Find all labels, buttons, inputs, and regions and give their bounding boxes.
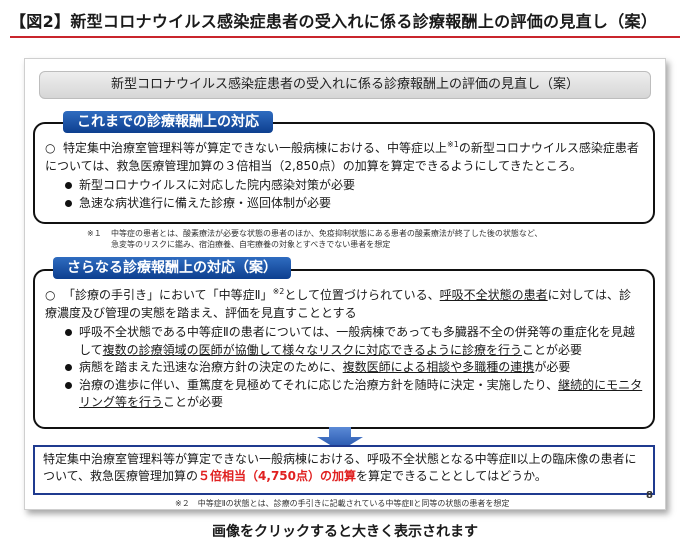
section1-item-2: 急速な病状進行に備えた診療・巡回体制が必要 bbox=[45, 195, 643, 213]
section2-paragraph: ○ 「診療の手引き」において「中等症Ⅱ」※2として位置づけられている、呼吸不全状態… bbox=[45, 287, 632, 320]
section1-item-1: 新型コロナウイルスに対応した院内感染対策が必要 bbox=[45, 177, 643, 195]
page-number: 8 bbox=[646, 490, 653, 501]
footnote-2: ※２ 中等症Ⅱの状態とは、診療の手引きに記載されている中等症Ⅱと同等の状態の患者… bbox=[175, 499, 510, 508]
section2-item-2: 病態を踏まえた迅速な治療方針の決定のために、複数医師による相談や多職種の連携が必… bbox=[45, 359, 643, 377]
section1-box: ○ 特定集中治療室管理料等が算定できない一般病棟における、中等症以上※1の新型コロ… bbox=[33, 122, 655, 224]
footnote-1: ※１ 中等症の患者とは、酸素療法が必要な状態の患者のほか、免疫抑制状態にある患者の… bbox=[87, 229, 543, 249]
section2-item-3: 治療の進歩に伴い、重篤度を見極めてそれに応じた治療方針を随時に決定・実施したり、… bbox=[45, 377, 643, 412]
section2-item-1: 呼吸不全状態である中等症Ⅱの患者については、一般病棟であっても多臓器不全の併発等… bbox=[45, 324, 643, 359]
section2-label: さらなる診療報酬上の対応（案） bbox=[53, 257, 291, 279]
section2-box: ○ 「診療の手引き」において「中等症Ⅱ」※2として位置づけられている、呼吸不全状態… bbox=[33, 269, 655, 429]
conclusion-box: 特定集中治療室管理料等が算定できない一般病棟における、呼吸不全状態となる中等症Ⅱ… bbox=[33, 445, 655, 495]
title-divider bbox=[10, 36, 680, 38]
image-caption: 画像をクリックすると大きく表示されます bbox=[212, 524, 478, 540]
section1-label: これまでの診療報酬上の対応 bbox=[63, 111, 273, 133]
circle-bullet-icon: ○ bbox=[45, 288, 56, 302]
slide-header: 新型コロナウイルス感染症患者の受入れに係る診療報酬上の評価の見直し（案） bbox=[39, 71, 651, 99]
slide-image[interactable]: 新型コロナウイルス感染症患者の受入れに係る診療報酬上の評価の見直し（案） これま… bbox=[24, 58, 666, 510]
section1-paragraph: ○ 特定集中治療室管理料等が算定できない一般病棟における、中等症以上※1の新型コロ… bbox=[45, 140, 639, 173]
page-title: 【図2】新型コロナウイルス感染症患者の受入れに係る診療報酬上の評価の見直し（案） bbox=[10, 12, 658, 31]
circle-bullet-icon: ○ bbox=[45, 141, 56, 155]
